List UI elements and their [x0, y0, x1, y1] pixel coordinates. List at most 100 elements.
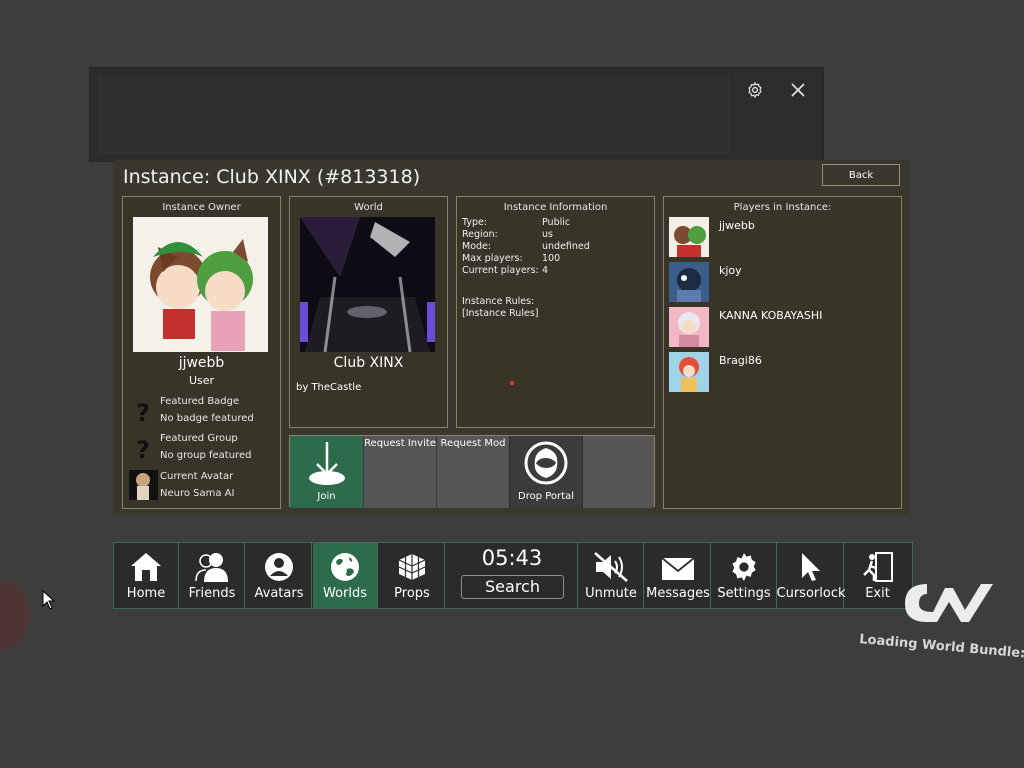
info-key: Mode:: [462, 241, 492, 252]
clock-search-area: 05:43 Search: [447, 543, 578, 608]
card-header: Instance Owner: [162, 202, 241, 213]
top-panel: [89, 67, 824, 162]
cursorlock-button[interactable]: Cursorlock: [776, 543, 846, 608]
info-row-type: Type: Public: [457, 217, 654, 229]
info-value: undefined: [542, 241, 590, 252]
search-button[interactable]: Search: [461, 575, 564, 599]
join-icon: [309, 442, 345, 485]
top-content-area: [96, 74, 731, 156]
instance-rules-label: Instance Rules:: [462, 296, 535, 307]
card-header: Instance Information: [503, 202, 608, 213]
instance-panel: Instance: Club XINX (#813318) Back Insta…: [113, 160, 910, 515]
portal-icon: [524, 441, 568, 485]
cursorlock-label: Cursorlock: [776, 586, 846, 601]
world-author: by TheCastle: [296, 382, 362, 393]
current-avatar-image: [136, 473, 150, 500]
featured-badge-label: Featured Badge: [160, 396, 240, 407]
home-label: Home: [126, 586, 166, 601]
exit-icon: [862, 552, 893, 582]
owner-role: User: [188, 374, 215, 387]
muted-speaker-icon: [594, 552, 628, 582]
worlds-label: Worlds: [322, 586, 368, 601]
home-button[interactable]: Home: [114, 543, 179, 608]
friends-label: Friends: [188, 586, 236, 601]
gear-icon: [732, 553, 756, 581]
current-avatar-thumbnail[interactable]: [129, 470, 158, 500]
card-header: World: [354, 202, 383, 213]
owner-name: jjwebb: [178, 355, 225, 371]
messages-button[interactable]: Messages: [646, 543, 711, 608]
join-label: Join: [317, 491, 336, 502]
mouse-cursor-icon: [42, 590, 56, 610]
gear-button[interactable]: [741, 76, 769, 104]
props-button[interactable]: Props: [380, 543, 445, 608]
avatars-button[interactable]: Avatars: [247, 543, 312, 608]
globe-icon: [331, 553, 359, 581]
messages-label: Messages: [646, 586, 710, 601]
info-value: 100: [542, 253, 561, 264]
world-card[interactable]: World Club XINX by TheCastle: [289, 196, 448, 428]
settings-label: Settings: [717, 586, 771, 601]
featured-group-label: Featured Group: [160, 433, 238, 444]
player-item[interactable]: Bragi86: [669, 352, 898, 392]
avatars-label: Avatars: [254, 586, 304, 601]
props-label: Props: [394, 586, 430, 601]
back-button[interactable]: Back: [822, 164, 900, 186]
instance-information-card: Instance Information Type: Public Region…: [456, 196, 655, 428]
unmute-button[interactable]: Unmute: [579, 543, 644, 608]
player-name: jjwebb: [719, 219, 755, 232]
edge-ornament: [0, 580, 30, 650]
close-icon: [791, 83, 805, 97]
app-logo-icon: [905, 584, 993, 622]
page-title: Instance: Club XINX (#813318): [123, 166, 421, 188]
info-key: Region:: [462, 229, 498, 240]
info-value: 4: [542, 265, 549, 276]
instance-rules-value: [Instance Rules]: [462, 308, 539, 319]
request-mod-label: Request Mod: [440, 438, 506, 449]
info-row-current-players: Current players: 4: [457, 265, 654, 277]
worlds-button[interactable]: Worlds: [313, 543, 378, 608]
request-invite-label: Request Invite: [364, 438, 436, 449]
laser-pointer-dot: [510, 381, 514, 385]
drop-portal-button[interactable]: Drop Portal: [509, 436, 582, 508]
avatar-icon: [265, 553, 293, 581]
empty-action-slot: [582, 436, 654, 508]
current-avatar-value: Neuro Sama AI: [160, 488, 235, 499]
clock-time: 05:43: [481, 546, 543, 570]
info-key: Max players:: [462, 253, 523, 264]
instance-actions: Join Request Invite Request Mod Drop Por…: [289, 435, 655, 508]
players-card: Players in Instance: jjwebb kjoy KANNA K…: [663, 196, 902, 509]
info-row-max-players: Max players: 100: [457, 253, 654, 265]
friends-icon: [195, 553, 228, 582]
info-value: us: [542, 229, 553, 240]
player-item[interactable]: jjwebb: [669, 217, 898, 257]
featured-badge-value: No badge featured: [160, 413, 254, 424]
player-item[interactable]: KANNA KOBAYASHI: [669, 307, 898, 347]
cursor-icon: [802, 553, 820, 581]
loading-status: Loading World Bundle: 9: [858, 632, 1024, 663]
unmute-label: Unmute: [585, 586, 637, 601]
request-mod-button[interactable]: Request Mod: [436, 436, 509, 508]
instance-owner-card: Instance Owner jjwebb User ? Featured Ba…: [122, 196, 281, 509]
exit-label: Exit: [865, 586, 890, 601]
player-avatar: [669, 352, 709, 392]
featured-group-value: No group featured: [160, 450, 252, 461]
drop-portal-label: Drop Portal: [518, 491, 574, 502]
info-row-mode: Mode: undefined: [457, 241, 654, 253]
current-avatar-label: Current Avatar: [160, 471, 234, 482]
world-thumbnail-image: [300, 217, 435, 352]
owner-avatar[interactable]: [133, 217, 268, 352]
world-thumbnail[interactable]: [300, 217, 435, 352]
request-invite-button[interactable]: Request Invite: [363, 436, 436, 508]
player-avatar: [669, 262, 709, 302]
player-item[interactable]: kjoy: [669, 262, 898, 302]
settings-button[interactable]: Settings: [712, 543, 777, 608]
player-avatar: [669, 217, 709, 257]
join-button[interactable]: Join: [290, 436, 363, 508]
close-button[interactable]: [784, 76, 812, 104]
world-name: Club XINX: [333, 355, 404, 371]
quick-menu-dock: Home Friends Avatars Worlds Props 05:43 …: [113, 542, 913, 609]
friends-button[interactable]: Friends: [180, 543, 245, 608]
card-header: Players in Instance:: [733, 202, 832, 213]
home-icon: [131, 553, 161, 581]
